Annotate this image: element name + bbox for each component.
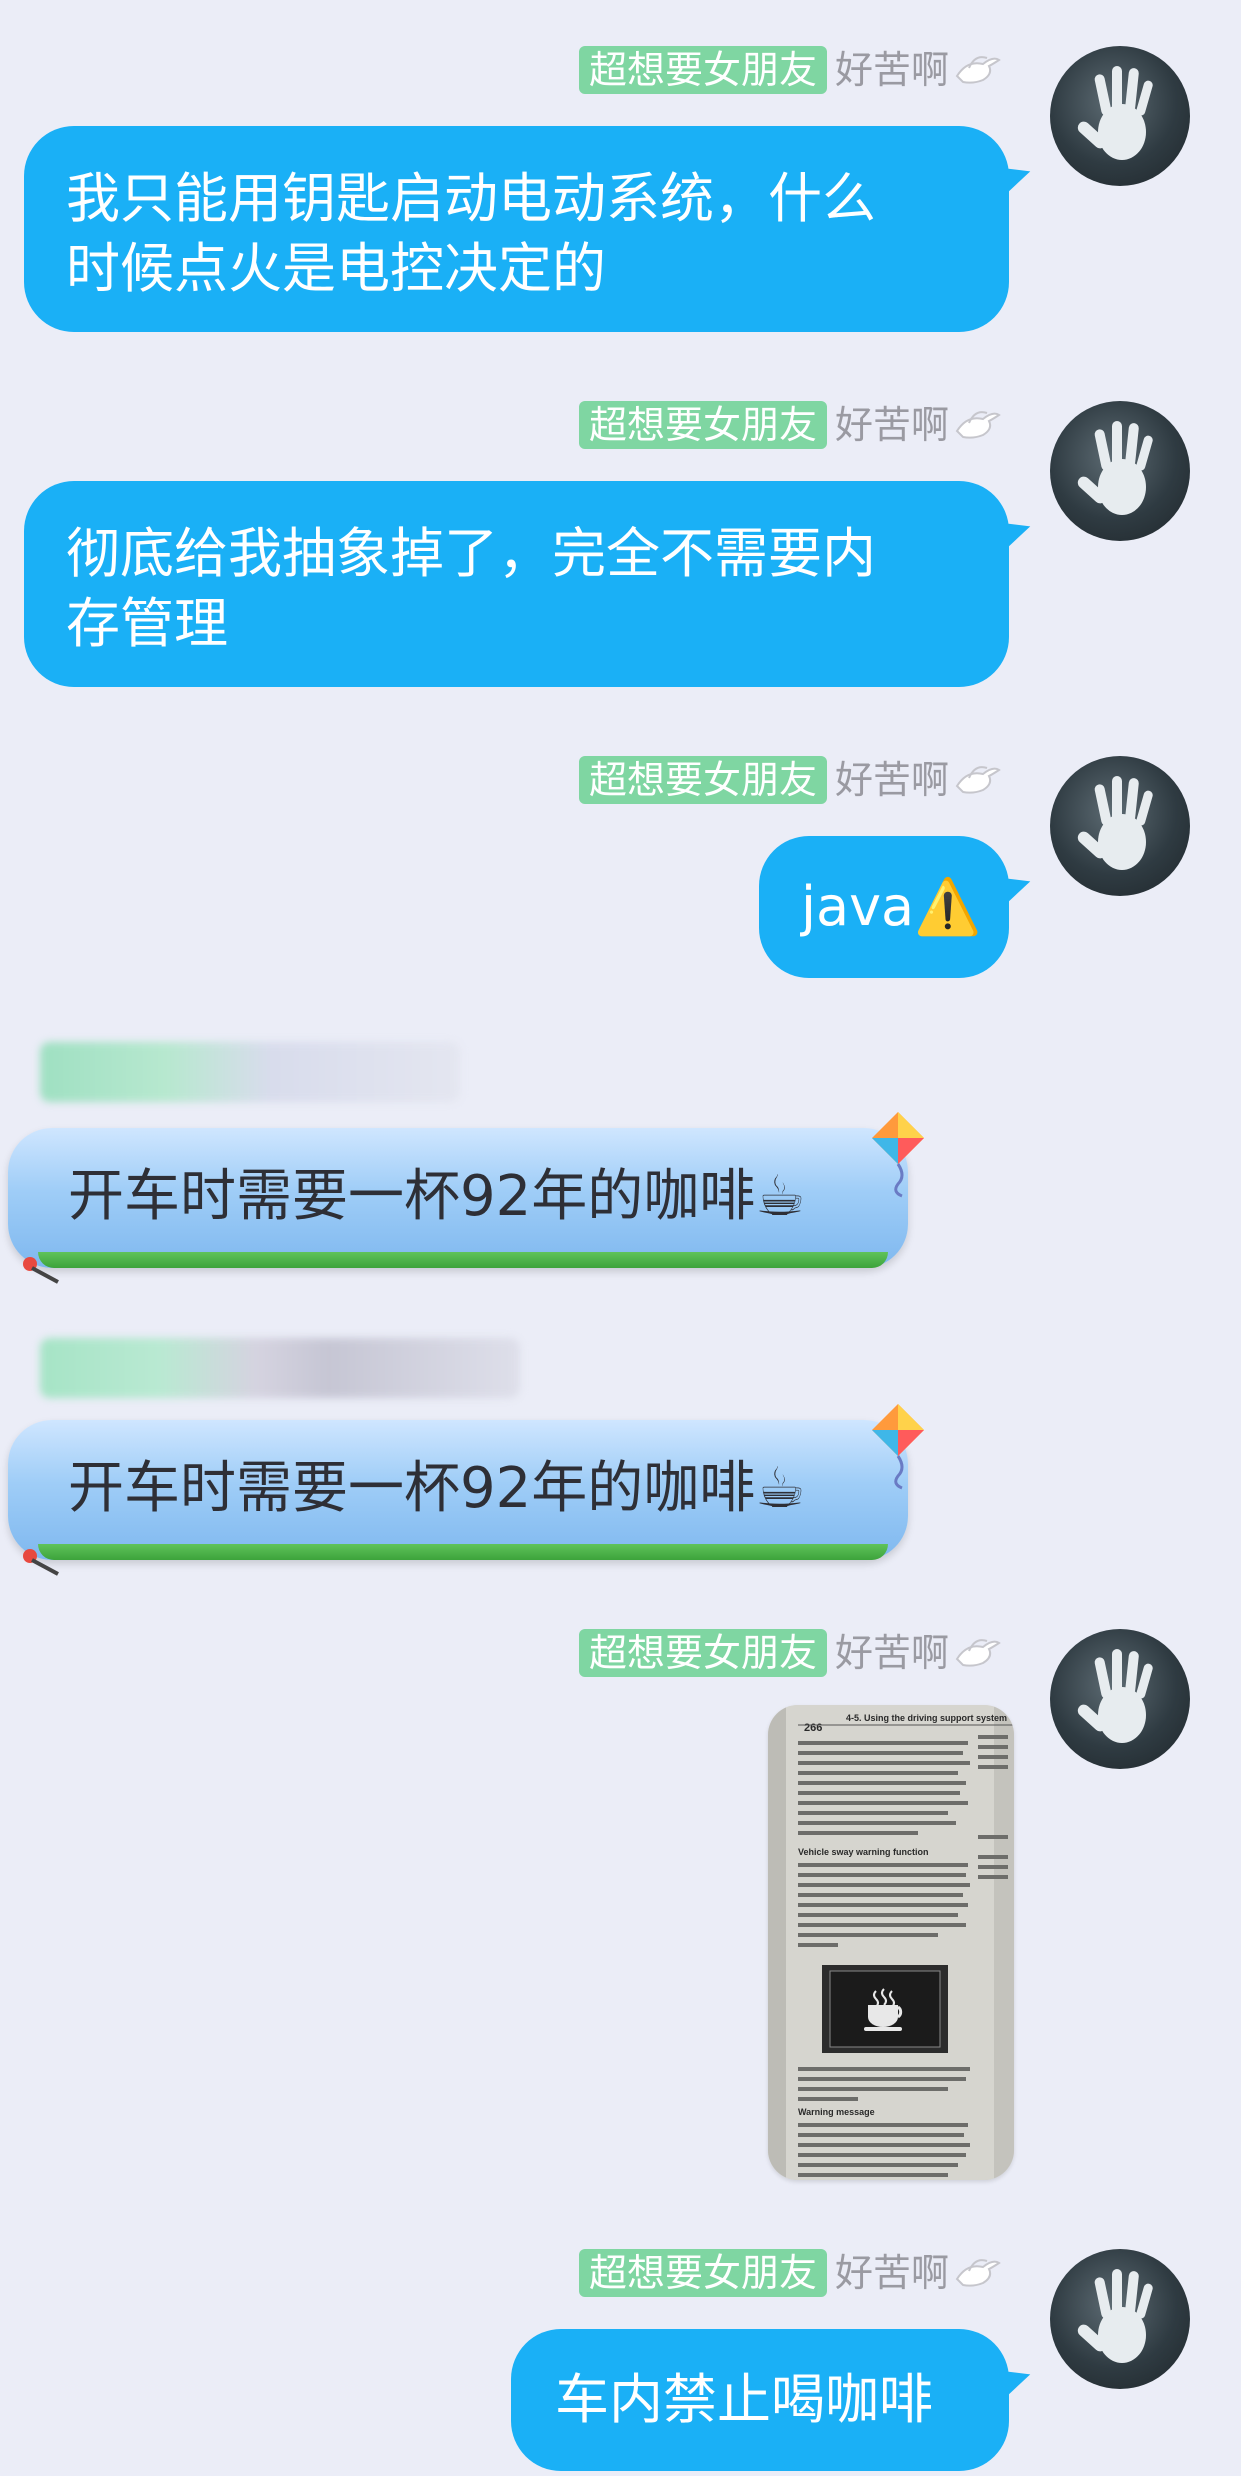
title-badge: 超想要女朋友 (578, 2249, 827, 2297)
title-badge: 超想要女朋友 (578, 46, 827, 94)
blurred-sender-name (40, 1338, 520, 1398)
message-bubble[interactable]: 车内禁止喝咖啡 (511, 2329, 1009, 2471)
kite-icon (872, 1404, 924, 1490)
message-text: 开车时需要一杯92年的咖啡☕ (68, 1164, 806, 1229)
message-bubble[interactable]: java⚠️ (759, 836, 1009, 978)
message-text: 彻底给我抽象掉了，完全不需要内 存管理 (66, 522, 876, 655)
title-badge: 超想要女朋友 (578, 1629, 827, 1677)
sender-nickname[interactable]: 好苦啊 (835, 756, 949, 804)
dove-icon (955, 411, 1001, 439)
sender-line: 超想要女朋友 好苦啊 (578, 756, 1001, 804)
sender-nickname[interactable]: 好苦啊 (835, 46, 949, 94)
dove-icon (955, 56, 1001, 84)
avatar-handprint-icon (1077, 66, 1153, 160)
avatar[interactable] (1050, 756, 1190, 896)
sender-line: 超想要女朋友 好苦啊 (578, 401, 1001, 449)
message-bubble-incoming[interactable]: 开车时需要一杯92年的咖啡☕ (8, 1112, 924, 1284)
sender-line: 超想要女朋友 好苦啊 (578, 1629, 1001, 1677)
manual-page-photo: 266 4-5. Using the driving support syste… (768, 1705, 1014, 2180)
section-title: Vehicle sway warning function (798, 1847, 929, 1857)
pin-icon (23, 1549, 59, 1576)
sender-nickname[interactable]: 好苦啊 (835, 2249, 949, 2297)
photo-message[interactable]: 266 4-5. Using the driving support syste… (768, 1705, 1014, 2180)
kite-icon (872, 1112, 924, 1198)
blurred-sender-name (40, 1042, 460, 1102)
avatar[interactable] (1050, 401, 1190, 541)
pin-icon (23, 1257, 59, 1284)
sender-line: 超想要女朋友 好苦啊 (578, 46, 1001, 94)
sender-line: 超想要女朋友 好苦啊 (578, 2249, 1001, 2297)
sender-nickname[interactable]: 好苦啊 (835, 401, 949, 449)
message-bubble[interactable]: 彻底给我抽象掉了，完全不需要内 存管理 (24, 481, 1009, 687)
message-text: 车内禁止喝咖啡 (555, 2368, 933, 2431)
avatar-handprint-icon (1077, 1649, 1153, 1743)
avatar-handprint-icon (1077, 2269, 1153, 2363)
bubble-grass-decoration (38, 1544, 888, 1560)
page-header: 4-5. Using the driving support system (846, 1713, 1007, 1723)
dove-icon (955, 1639, 1001, 1667)
message-bubble[interactable]: 我只能用钥匙启动电动系统，什么 时候点火是电控决定的 (24, 126, 1009, 332)
avatar[interactable] (1050, 1629, 1190, 1769)
avatar[interactable] (1050, 46, 1190, 186)
title-badge: 超想要女朋友 (578, 401, 827, 449)
warning-heading: Warning message (798, 2107, 875, 2117)
bubble-grass-decoration (38, 1252, 888, 1268)
avatar-handprint-icon (1077, 776, 1153, 870)
message-bubble-incoming[interactable]: 开车时需要一杯92年的咖啡☕ (8, 1404, 924, 1576)
message-text: 开车时需要一杯92年的咖啡☕ (68, 1456, 806, 1521)
sender-nickname[interactable]: 好苦啊 (835, 1629, 949, 1677)
dove-icon (955, 766, 1001, 794)
message-text: 我只能用钥匙启动电动系统，什么 时候点火是电控决定的 (66, 167, 876, 300)
avatar[interactable] (1050, 2249, 1190, 2389)
page-number: 266 (804, 1722, 822, 1734)
title-badge: 超想要女朋友 (578, 756, 827, 804)
dove-icon (955, 2259, 1001, 2287)
avatar-handprint-icon (1077, 421, 1153, 515)
message-text: java⚠️ (801, 875, 982, 938)
